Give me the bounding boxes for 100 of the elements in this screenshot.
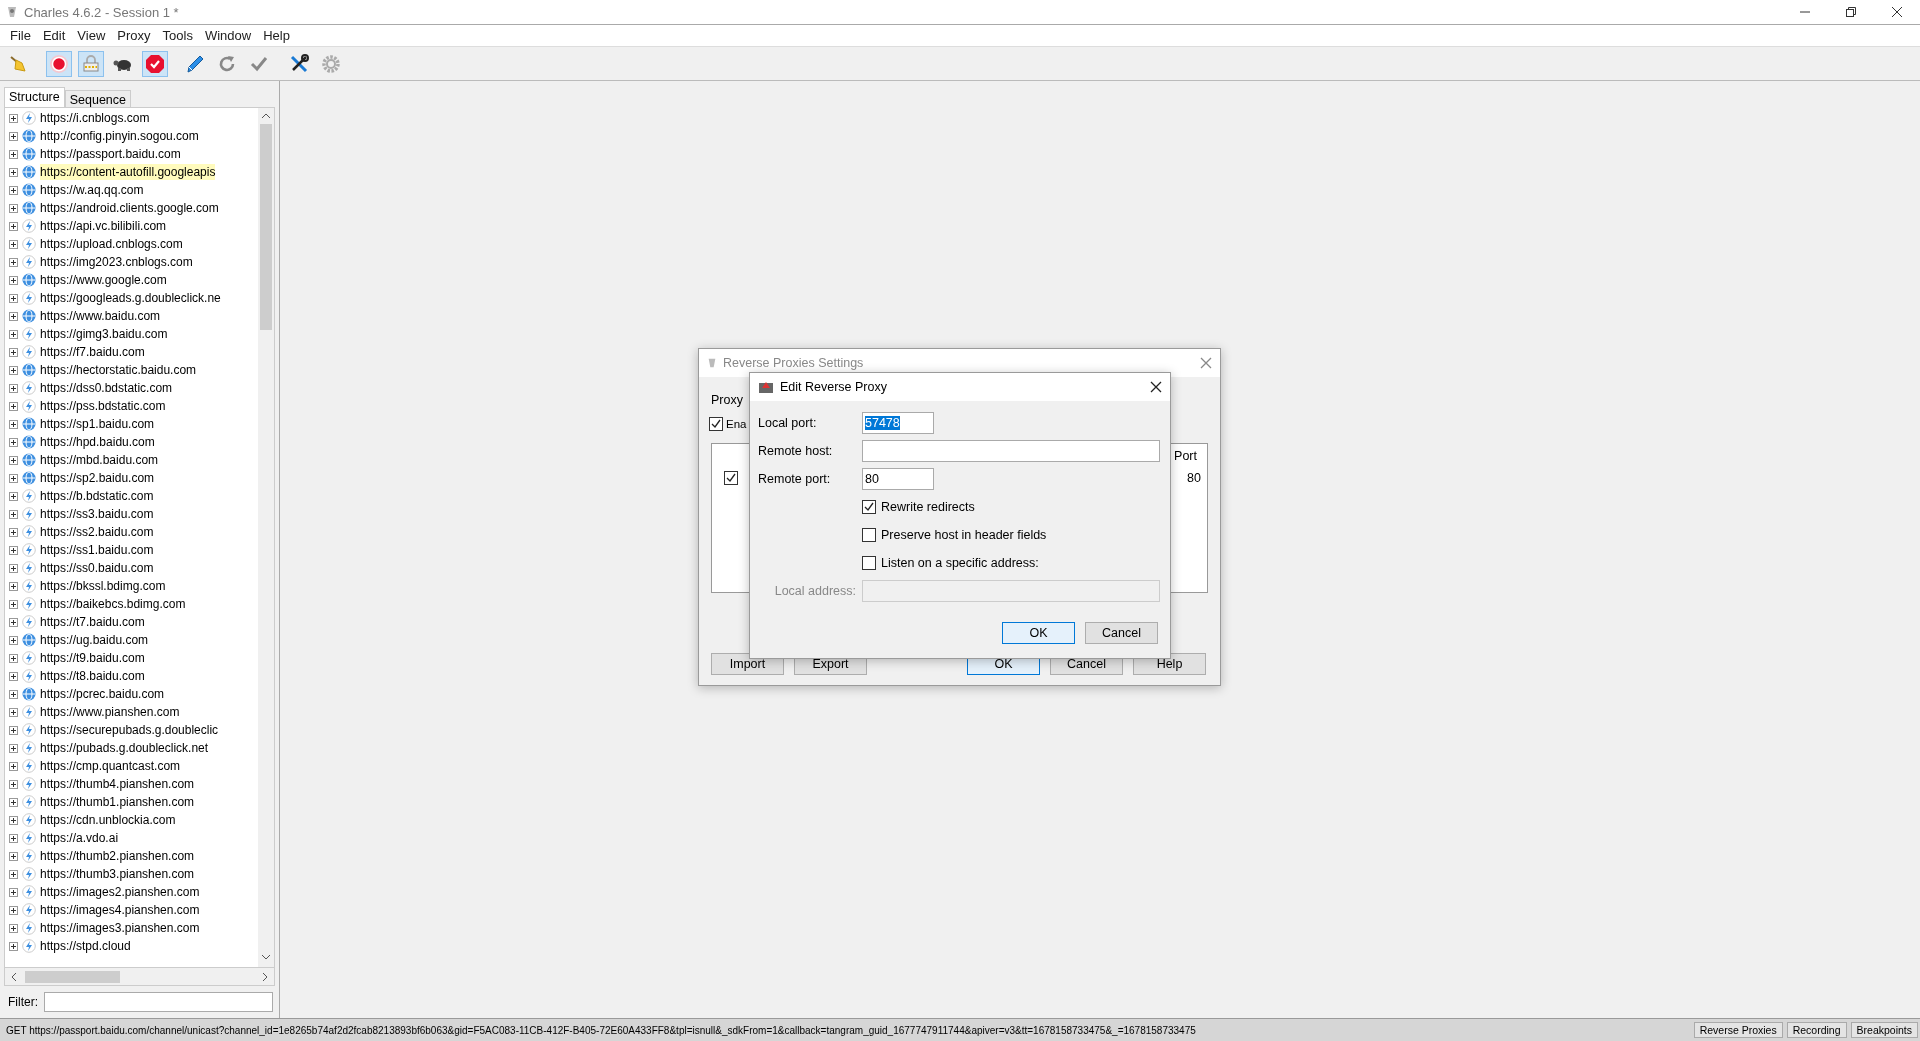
host-item[interactable]: https://www.pianshen.com (40, 704, 180, 720)
host-item[interactable]: https://googleads.g.doubleclick.ne (40, 290, 221, 306)
expand-icon[interactable] (9, 563, 18, 573)
checkbox[interactable] (862, 528, 876, 542)
host-item[interactable]: https://a.vdo.ai (40, 830, 119, 846)
expand-icon[interactable] (9, 671, 18, 681)
host-item[interactable]: https://gimg3.baidu.com (40, 326, 168, 342)
host-item[interactable]: https://ss0.baidu.com (40, 560, 154, 576)
status-button[interactable]: Breakpoints (1850, 1022, 1918, 1038)
host-item[interactable]: https://cdn.unblockia.com (40, 812, 176, 828)
menu-item[interactable]: Help (257, 28, 296, 43)
expand-icon[interactable] (9, 743, 18, 753)
host-item[interactable]: https://thumb1.pianshen.com (40, 794, 195, 810)
host-item[interactable]: https://f7.baidu.com (40, 344, 145, 360)
host-item[interactable]: https://thumb4.pianshen.com (40, 776, 195, 792)
expand-icon[interactable] (9, 653, 18, 663)
tab[interactable]: Sequence (64, 90, 132, 107)
dialog-button[interactable]: OK (1002, 622, 1075, 644)
host-item[interactable]: https://images4.pianshen.com (40, 902, 200, 918)
expand-icon[interactable] (9, 419, 18, 429)
dialog-button[interactable]: Cancel (1085, 622, 1158, 644)
host-item[interactable]: https://upload.cnblogs.com (40, 236, 183, 252)
host-item[interactable]: https://t7.baidu.com (40, 614, 145, 630)
expand-icon[interactable] (9, 941, 18, 951)
host-item[interactable]: https://i.cnblogs.com (40, 110, 150, 126)
expand-icon[interactable] (9, 455, 18, 465)
host-item[interactable]: https://www.google.com (40, 272, 167, 288)
menu-item[interactable]: View (71, 28, 112, 43)
host-item[interactable]: https://img2023.cnblogs.com (40, 254, 193, 270)
host-item[interactable]: https://t9.baidu.com (40, 650, 145, 666)
host-item[interactable]: https://ss1.baidu.com (40, 542, 154, 558)
vertical-scrollbar[interactable] (258, 108, 274, 967)
menu-item[interactable]: File (4, 28, 37, 43)
expand-icon[interactable] (9, 869, 18, 879)
expand-icon[interactable] (9, 383, 18, 393)
host-item[interactable]: https://sp1.baidu.com (40, 416, 155, 432)
host-item[interactable]: https://ss3.baidu.com (40, 506, 154, 522)
host-item[interactable]: https://images2.pianshen.com (40, 884, 200, 900)
enable-checkbox[interactable] (709, 417, 723, 431)
close-icon[interactable] (1150, 381, 1162, 393)
expand-icon[interactable] (9, 257, 18, 267)
input-field[interactable] (862, 580, 1160, 602)
host-item[interactable]: https://api.vc.bilibili.com (40, 218, 167, 234)
status-button[interactable]: Reverse Proxies (1693, 1022, 1783, 1038)
expand-icon[interactable] (9, 689, 18, 699)
row-checkbox[interactable] (724, 471, 738, 485)
scroll-right-icon[interactable] (260, 971, 270, 982)
host-item[interactable]: https://content-autofill.googleapis (40, 164, 216, 180)
expand-icon[interactable] (9, 437, 18, 447)
scroll-up-icon[interactable] (261, 112, 271, 120)
expand-icon[interactable] (9, 221, 18, 231)
expand-icon[interactable] (9, 725, 18, 735)
expand-icon[interactable] (9, 581, 18, 591)
expand-icon[interactable] (9, 401, 18, 411)
host-item[interactable]: https://thumb2.pianshen.com (40, 848, 195, 864)
menu-item[interactable]: Proxy (111, 28, 157, 43)
expand-icon[interactable] (9, 833, 18, 843)
expand-icon[interactable] (9, 527, 18, 537)
host-item[interactable]: https://passport.baidu.com (40, 146, 181, 162)
expand-icon[interactable] (9, 509, 18, 519)
menu-item[interactable]: Window (198, 28, 258, 43)
host-item[interactable]: https://dss0.bdstatic.com (40, 380, 173, 396)
host-item[interactable]: https://b.bdstatic.com (40, 488, 154, 504)
host-item[interactable]: https://pcrec.baidu.com (40, 686, 165, 702)
host-item[interactable]: https://pubads.g.doubleclick.net (40, 740, 209, 756)
expand-icon[interactable] (9, 545, 18, 555)
host-item[interactable]: https://t8.baidu.com (40, 668, 145, 684)
expand-icon[interactable] (9, 905, 18, 915)
expand-icon[interactable] (9, 761, 18, 771)
expand-icon[interactable] (9, 491, 18, 501)
input-field[interactable]: 80 (862, 468, 934, 490)
close-icon[interactable] (1892, 7, 1902, 17)
host-item[interactable]: https://images3.pianshen.com (40, 920, 200, 936)
filter-field[interactable] (44, 992, 273, 1012)
expand-icon[interactable] (9, 113, 18, 123)
host-item[interactable]: https://thumb3.pianshen.com (40, 866, 195, 882)
status-button[interactable]: Recording (1786, 1022, 1847, 1038)
host-item[interactable]: https://sp2.baidu.com (40, 470, 155, 486)
expand-icon[interactable] (9, 851, 18, 861)
host-item[interactable]: https://ug.baidu.com (40, 632, 149, 648)
expand-icon[interactable] (9, 149, 18, 159)
expand-icon[interactable] (9, 131, 18, 141)
restore-icon[interactable] (1846, 7, 1856, 17)
expand-icon[interactable] (9, 779, 18, 789)
host-item[interactable]: https://cmp.quantcast.com (40, 758, 181, 774)
menu-item[interactable]: Tools (156, 28, 199, 43)
expand-icon[interactable] (9, 617, 18, 627)
expand-icon[interactable] (9, 203, 18, 213)
input-field[interactable]: 57478 (862, 412, 934, 434)
scrollbar-thumb[interactable] (25, 970, 120, 983)
expand-icon[interactable] (9, 815, 18, 825)
expand-icon[interactable] (9, 365, 18, 375)
expand-icon[interactable] (9, 635, 18, 645)
scroll-left-icon[interactable] (9, 971, 19, 982)
host-item[interactable]: https://w.aq.qq.com (40, 182, 144, 198)
scrollbar-thumb[interactable] (260, 124, 272, 330)
expand-icon[interactable] (9, 311, 18, 321)
host-item[interactable]: https://mbd.baidu.com (40, 452, 159, 468)
scroll-down-icon[interactable] (261, 953, 271, 961)
tab[interactable]: Structure (4, 87, 65, 107)
